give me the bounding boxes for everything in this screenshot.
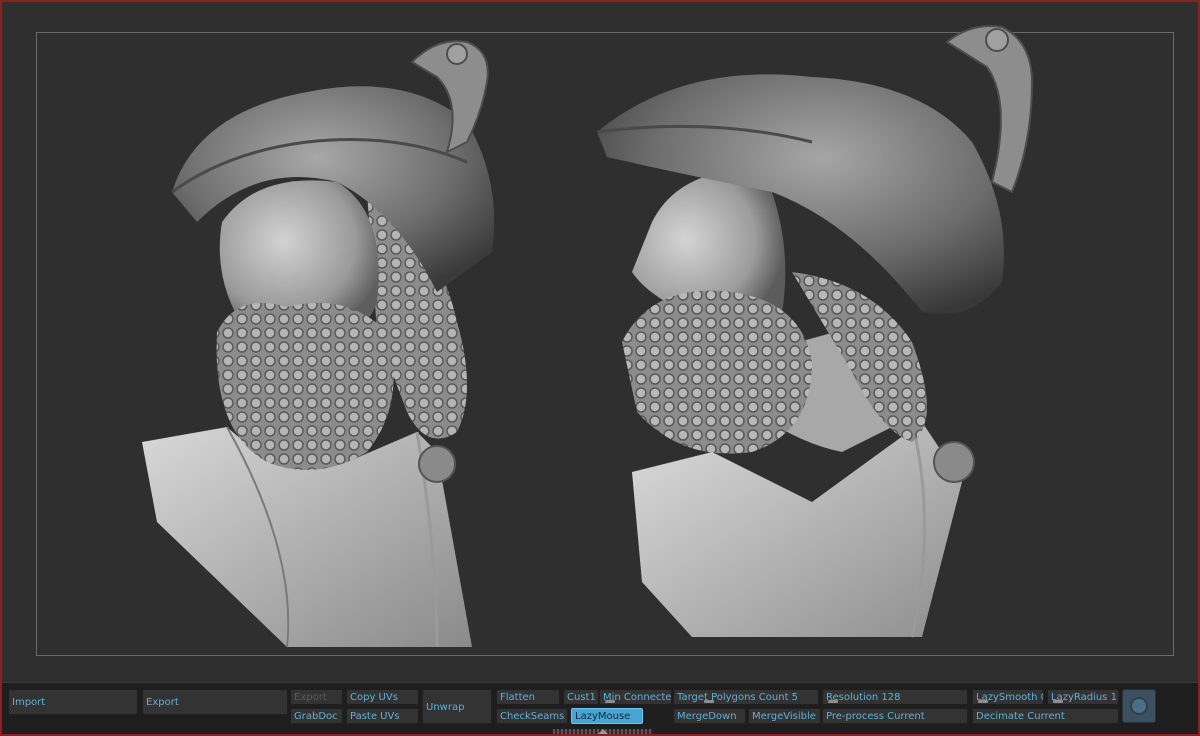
slider-knob [978, 700, 988, 703]
slider-knob [605, 700, 615, 703]
bust-profile-view[interactable] [592, 22, 1052, 652]
lazymouse-toggle[interactable]: LazyMouse [571, 708, 643, 724]
paste-uvs-button[interactable]: Paste UVs [346, 708, 419, 724]
slider-knob [704, 700, 714, 703]
export-small-button[interactable]: Export [290, 689, 343, 705]
sphere-icon [1130, 697, 1148, 715]
mergedown-button[interactable]: MergeDown [673, 708, 746, 724]
import-button[interactable]: Import [8, 689, 138, 715]
sculpt-viewport[interactable] [2, 2, 1198, 682]
mergevisible-button[interactable]: MergeVisible [748, 708, 821, 724]
material-sphere-icon[interactable] [1122, 689, 1156, 723]
checkseams-button[interactable]: CheckSeams [496, 708, 568, 724]
grabdoc-button[interactable]: GrabDoc [290, 708, 343, 724]
unwrap-button[interactable]: Unwrap [422, 689, 492, 724]
preprocess-current-button[interactable]: Pre-process Current [822, 708, 968, 724]
copy-uvs-button[interactable]: Copy UVs [346, 689, 419, 705]
bust-three-quarter-view[interactable] [137, 32, 497, 652]
export-button[interactable]: Export [142, 689, 288, 715]
target-polygons-count-slider[interactable]: Target Polygons Count 5 [673, 689, 819, 705]
flatten-button[interactable]: Flatten [496, 689, 560, 705]
min-connected-points-slider[interactable]: Min Connected Points [599, 689, 672, 705]
decimate-current-button[interactable]: Decimate Current [972, 708, 1119, 724]
slider-knob [1053, 700, 1063, 703]
arrow-up-icon[interactable] [597, 729, 609, 735]
target-polygons-count-label: Target Polygons Count 5 [677, 692, 799, 703]
lazyradius-slider[interactable]: LazyRadius 1 [1047, 689, 1119, 705]
cust1-button[interactable]: Cust1 [563, 689, 599, 705]
lazysmooth-slider[interactable]: LazySmooth 0 [972, 689, 1044, 705]
resolution-slider[interactable]: Resolution 128 [822, 689, 968, 705]
slider-knob [828, 700, 838, 703]
